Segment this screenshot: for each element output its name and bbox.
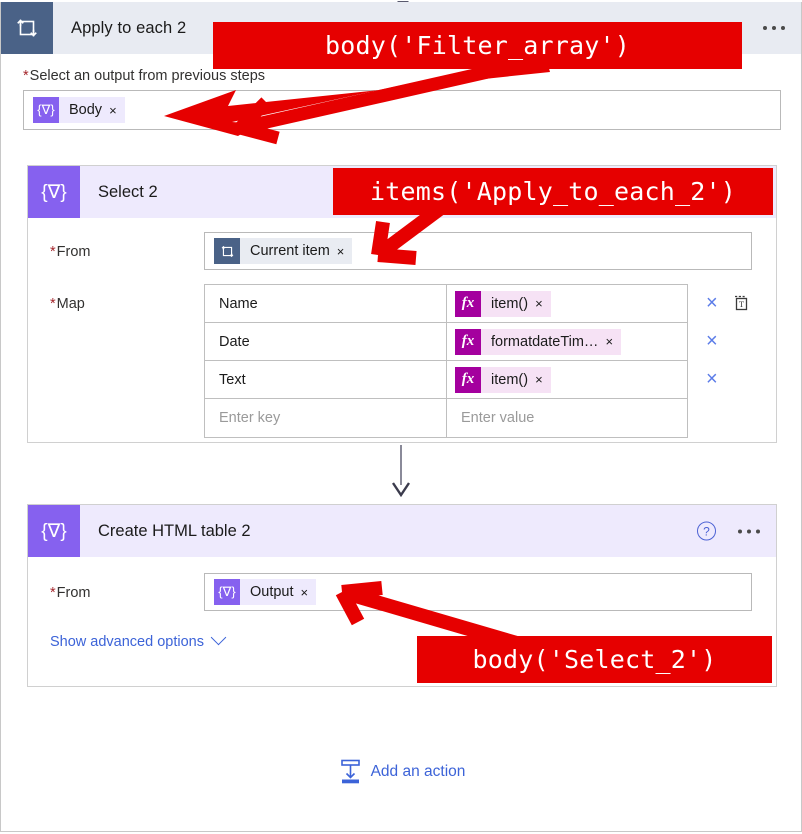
delete-row-icon[interactable]: × [706, 293, 718, 313]
loop-icon [1, 2, 53, 54]
select-map-label: *Map [28, 284, 204, 313]
select-from-field[interactable]: Current item × [204, 232, 752, 270]
loop-input-field[interactable]: {∇} Body × [23, 90, 781, 130]
token-expression-label: item() [491, 295, 529, 312]
apply-to-each-title: Apply to each 2 [71, 18, 187, 37]
required-asterisk: * [23, 68, 29, 84]
html-table-from-label: *From [28, 573, 204, 602]
table-row: Text fx item() × [205, 361, 687, 399]
table-row-empty: Enter key Enter value [205, 399, 687, 437]
delete-row-icon[interactable]: × [706, 331, 718, 351]
annotation-callout-3: body('Select_2') [417, 636, 772, 683]
token-body-remove[interactable]: × [109, 103, 117, 118]
flow-connector-arrow [392, 445, 410, 497]
table-row: Date fx formatdateTim… × [205, 323, 687, 361]
token-output[interactable]: {∇} Output × [214, 579, 317, 605]
map-key-cell[interactable]: Name [205, 285, 447, 322]
map-row-actions: × [688, 322, 750, 360]
required-asterisk: * [50, 585, 56, 601]
annotation-callout-2-text: items('Apply_to_each_2') [369, 177, 737, 206]
annotation-callout-1-text: body('Filter_array') [324, 31, 631, 60]
add-an-action-button[interactable]: Add an action [1, 759, 802, 785]
loop-input-label-text: Select an output from previous steps [29, 68, 266, 84]
map-value-cell[interactable]: fx formatdateTim… × [447, 323, 687, 360]
apply-to-each-card: Apply to each 2 *Select an output from p… [0, 1, 802, 832]
token-output-remove[interactable]: × [301, 585, 309, 600]
annotation-callout-2: items('Apply_to_each_2') [333, 168, 773, 215]
map-grid: Name fx item() × Date fx formatdateTim… … [204, 284, 688, 438]
select-from-label: *From [28, 232, 204, 261]
dynamic-content-icon: {∇} [214, 579, 240, 605]
token-current-item[interactable]: Current item × [214, 238, 353, 264]
required-asterisk: * [50, 244, 56, 260]
dynamic-content-icon: {∇} [33, 97, 59, 123]
token-expression-remove[interactable]: × [535, 372, 543, 387]
annotation-callout-1: body('Filter_array') [213, 22, 742, 69]
map-row-actions: × T [688, 284, 750, 322]
map-row-actions: × [688, 360, 750, 398]
token-output-label: Output [250, 584, 294, 600]
required-asterisk: * [50, 296, 56, 312]
select-action-icon: {∇} [28, 166, 80, 218]
chevron-down-icon [210, 629, 227, 646]
token-expression[interactable]: fx item() × [455, 290, 551, 317]
svg-text:T: T [739, 299, 745, 309]
token-body[interactable]: {∇} Body × [33, 97, 125, 123]
map-key-cell[interactable]: Date [205, 323, 447, 360]
token-current-item-label: Current item [250, 243, 330, 259]
create-html-table-2-header[interactable]: {∇} Create HTML table 2 ? [28, 505, 776, 557]
delete-row-icon[interactable]: × [706, 369, 718, 389]
html-table-from-row: *From {∇} Output × [28, 573, 776, 611]
switch-to-text-mode-icon[interactable]: T [732, 294, 750, 312]
fx-icon: fx [455, 328, 481, 355]
token-expression-remove[interactable]: × [535, 296, 543, 311]
html-table-from-label-text: From [56, 585, 91, 601]
token-body-label: Body [69, 102, 103, 118]
select-2-title: Select 2 [98, 182, 158, 201]
token-current-item-remove[interactable]: × [337, 244, 345, 259]
select-from-row: *From Current item × [28, 232, 776, 270]
token-expression-label: item() [491, 371, 529, 388]
html-table-from-field[interactable]: {∇} Output × [204, 573, 752, 611]
select-map-row: *Map Name fx item() × Date fx formatdate… [28, 284, 776, 438]
token-expression-remove[interactable]: × [605, 334, 613, 349]
help-question-icon[interactable]: ? [697, 521, 716, 541]
token-expression[interactable]: fx formatdateTim… × [455, 328, 622, 355]
map-value-cell[interactable]: fx item() × [447, 285, 687, 322]
token-expression[interactable]: fx item() × [455, 366, 551, 393]
select-action-icon: {∇} [28, 505, 80, 557]
annotation-callout-3-text: body('Select_2') [472, 645, 717, 674]
add-action-icon [339, 759, 362, 785]
create-html-table-2-title: Create HTML table 2 [98, 521, 251, 540]
ellipsis-icon[interactable] [738, 529, 760, 533]
fx-icon: fx [455, 366, 481, 393]
ellipsis-icon[interactable] [763, 26, 785, 30]
map-value-input[interactable]: Enter value [447, 399, 687, 437]
fx-icon: fx [455, 290, 481, 317]
map-key-input[interactable]: Enter key [205, 399, 447, 437]
select-map-label-text: Map [56, 296, 85, 312]
token-expression-label: formatdateTim… [491, 333, 599, 350]
current-item-icon [214, 238, 240, 264]
map-key-cell[interactable]: Text [205, 361, 447, 398]
show-advanced-options-label: Show advanced options [50, 634, 204, 650]
select-from-label-text: From [56, 244, 91, 260]
add-an-action-label: Add an action [370, 763, 466, 780]
map-value-cell[interactable]: fx item() × [447, 361, 687, 398]
table-row: Name fx item() × [205, 285, 687, 323]
